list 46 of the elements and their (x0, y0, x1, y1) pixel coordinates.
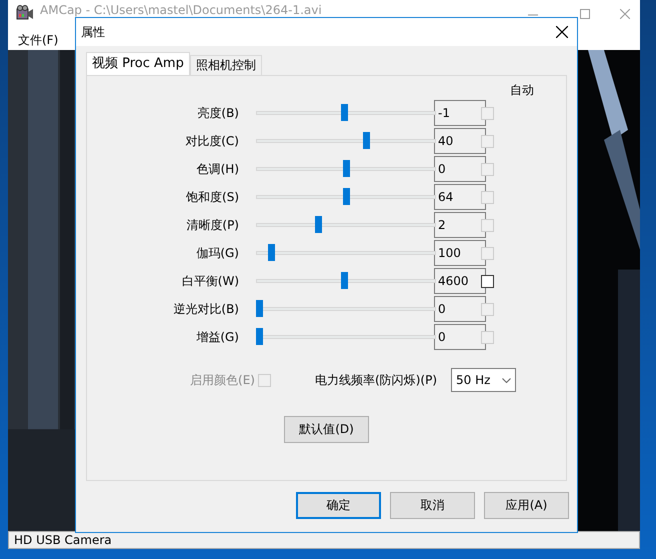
slider-thumb[interactable] (256, 300, 263, 317)
value-field[interactable]: 64 (434, 184, 486, 210)
slider-thumb[interactable] (256, 328, 263, 345)
menu-item[interactable]: 文件(F) (14, 32, 62, 48)
window-title: AMCap - C:\Users\mastel\Documents\264-1.avi (40, 3, 323, 17)
dialog-button[interactable]: 取消 (390, 492, 475, 519)
slider-thumb[interactable] (340, 104, 348, 121)
tab[interactable]: 照相机控制 (190, 55, 262, 75)
setting-label: 亮度(B) (196, 104, 239, 122)
slider-thumb[interactable] (268, 244, 276, 261)
value-field[interactable]: 2 (434, 212, 486, 238)
value-field[interactable]: 4600 (434, 268, 486, 294)
dialog-title: 属性 (81, 24, 106, 40)
setting-label: 饱和度(S) (185, 188, 239, 206)
slider-thumb[interactable] (340, 272, 348, 289)
value-field[interactable]: -1 (434, 100, 486, 126)
setting-label: 增益(G) (195, 328, 239, 346)
tab[interactable]: 视频 Proc Amp (86, 52, 190, 75)
dialog-button[interactable]: 确定 (296, 492, 381, 519)
slider-thumb[interactable] (342, 160, 350, 177)
setting-label: 对比度(C) (184, 132, 239, 150)
maximize-button[interactable] (580, 9, 590, 19)
minimize-button[interactable] (528, 14, 538, 16)
defaults-button[interactable]: 默认值(D) (284, 416, 369, 443)
checkbox-label: 启用颜色(E) (190, 372, 255, 388)
value-field[interactable]: 100 (434, 240, 486, 266)
frequency-dropdown[interactable]: 50 Hz (451, 368, 516, 392)
setting-label: 电力线频率(防闪烁)(P) (314, 372, 437, 388)
chevron-icon (502, 378, 511, 382)
close-button[interactable] (556, 26, 568, 38)
slider-thumb[interactable] (314, 216, 322, 233)
status-bar: HD USB Camera (8, 531, 640, 549)
setting-label: 白平衡(W) (180, 272, 239, 290)
camera-icon (16, 5, 34, 21)
value-field[interactable]: 40 (434, 128, 486, 154)
column-header: 自动 (510, 82, 534, 98)
setting-label: 伽玛(G) (195, 244, 239, 262)
slider-thumb[interactable] (342, 188, 350, 205)
setting-label: 清晰度(P) (185, 216, 239, 234)
dialog-button[interactable]: 应用(A) (484, 492, 569, 519)
value-field[interactable]: 0 (434, 296, 486, 322)
value-field[interactable]: 0 (434, 324, 486, 350)
setting-label: 色调(H) (196, 160, 239, 178)
setting-label: 逆光对比(B) (172, 300, 239, 318)
slider-thumb[interactable] (363, 132, 370, 149)
value-field[interactable]: 0 (434, 156, 486, 182)
